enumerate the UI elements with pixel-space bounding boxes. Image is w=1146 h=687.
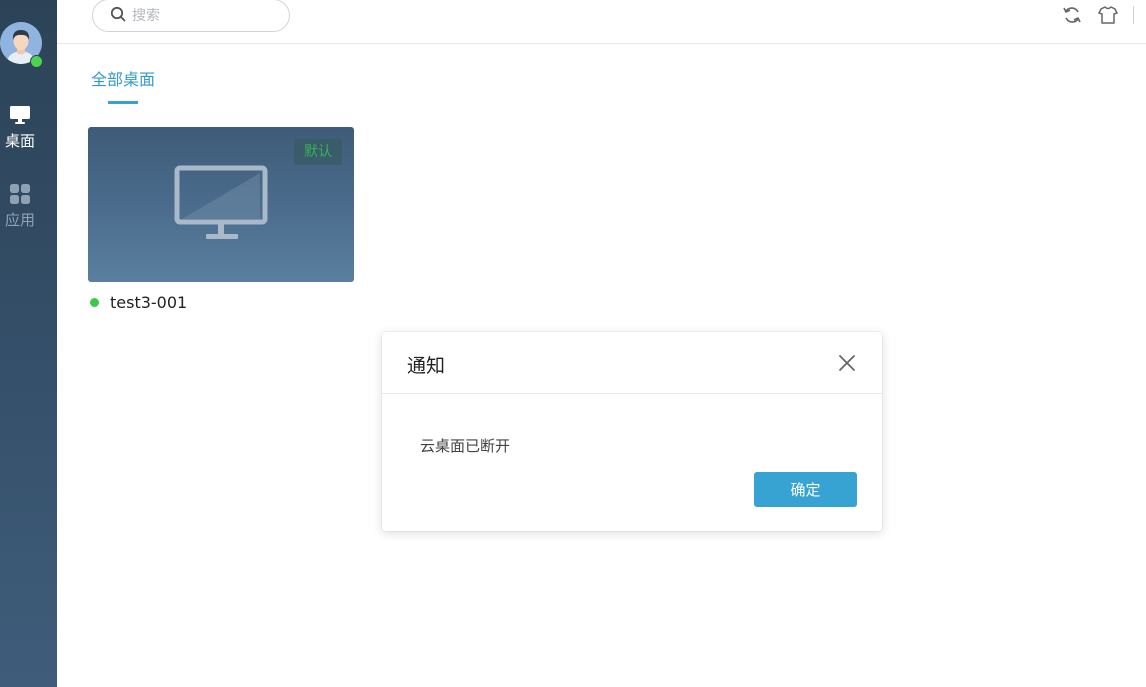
desktop-name[interactable]: test3-001 [110, 293, 187, 312]
dialog-title: 通知 [407, 355, 446, 377]
desktop-card[interactable]: 默认 [88, 127, 354, 282]
topbar-actions [1061, 4, 1134, 26]
tab-all-desktops[interactable]: 全部桌面 [91, 66, 155, 90]
shirt-icon[interactable] [1097, 4, 1119, 26]
desktop-status: test3-001 [90, 293, 187, 312]
confirm-button[interactable]: 确定 [754, 472, 857, 507]
search-box[interactable] [92, 0, 290, 32]
apps-grid-icon [9, 183, 31, 205]
topbar [57, 0, 1146, 44]
status-indicator [90, 298, 99, 307]
monitor-icon [9, 104, 31, 126]
online-status-dot [30, 55, 43, 68]
sidebar-item-apps[interactable]: 应用 [0, 183, 40, 229]
monitor-icon [174, 165, 270, 247]
search-input[interactable] [130, 6, 284, 25]
sidebar-item-label: 桌面 [4, 132, 35, 150]
sidebar-item-label: 应用 [4, 211, 35, 229]
search-icon [110, 6, 126, 26]
refresh-icon[interactable] [1061, 4, 1083, 26]
tab-active-indicator [108, 101, 138, 104]
default-badge: 默认 [294, 139, 342, 165]
app-window: 桌面 应用 搜索 全部桌面 默认 test3-001 通知 云桌面已断开 确定 [0, 0, 1146, 687]
dialog-message: 云桌面已断开 [420, 437, 511, 455]
sidebar-item-desktop[interactable]: 桌面 [0, 104, 40, 150]
close-icon[interactable] [836, 352, 858, 374]
dialog-header: 通知 [382, 332, 882, 394]
notification-dialog: 通知 云桌面已断开 确定 [382, 332, 882, 531]
sidebar: 桌面 应用 [0, 0, 57, 687]
topbar-divider [1133, 6, 1134, 24]
